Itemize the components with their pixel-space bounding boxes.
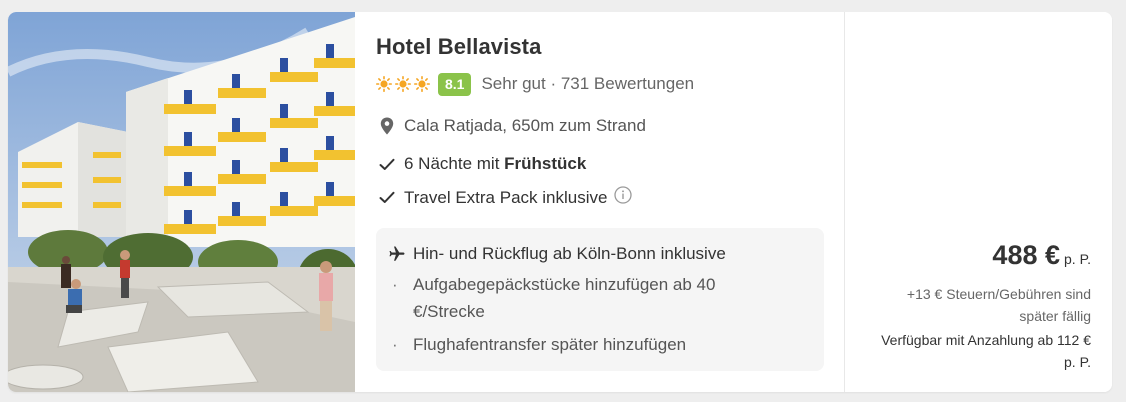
review-score-badge: 8.1 <box>438 72 472 96</box>
price-unit: p. P. <box>1064 251 1091 267</box>
sun-star-icon <box>395 76 411 92</box>
extra-pack-row: Travel Extra Pack inklusive <box>378 186 633 209</box>
rating-summary[interactable]: Sehr gut · 731 Bewertungen <box>481 74 694 94</box>
hotel-category-stars <box>376 76 430 92</box>
sun-star-icon <box>376 76 392 92</box>
price-amount: 488 € <box>992 240 1060 270</box>
flight-headline: Hin- und Rückflug ab Köln-Bonn inklusive <box>413 244 726 263</box>
offer-details: Hotel Bellavista 8.1 Sehr gut · 731 Bewe… <box>376 12 846 392</box>
checkmark-icon <box>378 189 396 207</box>
taxes-note: +13 € Steuern/Gebühren sind später fälli… <box>906 286 1091 324</box>
location-row: Cala Ratjada, 650m zum Strand <box>378 116 646 136</box>
hotel-name[interactable]: Hotel Bellavista <box>376 34 541 60</box>
extra-pack-text: Travel Extra Pack inklusive <box>404 187 608 207</box>
flight-info-box: Hin- und Rückflug ab Köln-Bonn inklusive… <box>376 228 824 371</box>
info-icon[interactable] <box>614 186 633 209</box>
location-text: Cala Ratjada, 650m zum Strand <box>404 116 646 135</box>
map-pin-icon <box>378 117 396 135</box>
meal-row: 6 Nächte mit Frühstück <box>378 154 586 174</box>
flight-headline-row: Hin- und Rückflug ab Köln-Bonn inklusive <box>388 244 726 264</box>
hotel-offer-card[interactable]: Hotel Bellavista 8.1 Sehr gut · 731 Bewe… <box>8 12 1112 392</box>
baggage-addon-text: Aufgabegepäckstücke hinzufügen ab 40 €/S… <box>413 275 716 321</box>
deposit-note: Verfügbar mit Anzahlung ab 112 € p. P. <box>881 332 1091 370</box>
price-panel[interactable]: 488 € p. P. +13 € Steuern/Gebühren sind … <box>844 12 1112 392</box>
meal-text-prefix: 6 Nächte mit <box>404 154 505 173</box>
price-line: 488 € p. P. <box>992 240 1091 271</box>
sun-star-icon <box>414 76 430 92</box>
rating-row: 8.1 Sehr gut · 731 Bewertungen <box>376 72 694 96</box>
checkmark-icon <box>378 155 396 173</box>
airplane-icon <box>388 245 406 263</box>
hotel-photo-image <box>8 12 355 392</box>
hotel-photo[interactable] <box>8 12 355 392</box>
transfer-addon-text: Flughafentransfer später hinzufügen <box>413 335 687 354</box>
meal-board-type: Frühstück <box>504 154 587 173</box>
